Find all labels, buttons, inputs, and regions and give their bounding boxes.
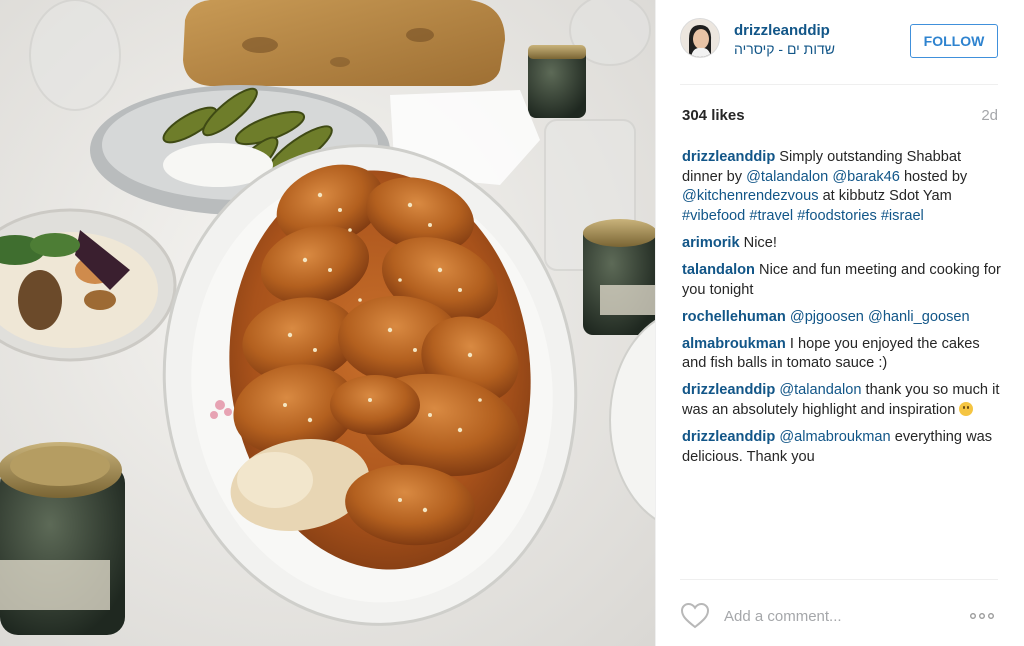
comment-link[interactable]: @talandalon	[779, 382, 861, 398]
more-options-icon[interactable]	[968, 605, 996, 627]
comment-username[interactable]: rochellehuman	[682, 309, 786, 325]
comment: almabroukman I hope you enjoyed the cake…	[682, 335, 1002, 374]
comment-link[interactable]: @almabroukman	[779, 429, 890, 445]
comment: rochellehuman @pjgoosen @hanli_goosen	[682, 308, 1002, 328]
comment-text: hosted by	[899, 168, 968, 185]
add-comment-input[interactable]	[724, 604, 954, 628]
post-location[interactable]: שדות ים - קיסריה	[734, 41, 835, 57]
comment-username[interactable]: arimorik	[682, 235, 740, 251]
comments-list: drizzleanddip Simply outstanding Shabbat…	[682, 148, 1002, 475]
comment: drizzleanddip @almabroukman everything w…	[682, 428, 1002, 467]
smiling-face-icon	[959, 402, 974, 417]
instagram-post: drizzleanddip שדות ים - קיסריה FOLLOW 30…	[0, 0, 1024, 646]
divider	[680, 84, 998, 85]
comment: talandalon Nice and fun meeting and cook…	[682, 261, 1002, 300]
comment: drizzleanddip Simply outstanding Shabbat…	[682, 148, 1002, 226]
comment-link[interactable]: #travel	[749, 208, 793, 224]
challah-photo	[0, 0, 655, 646]
comment-link[interactable]: #foodstories	[797, 208, 877, 224]
avatar-image	[681, 19, 719, 57]
comment-link[interactable]: @kitchenrendezvous	[682, 188, 819, 204]
post-side-panel: drizzleanddip שדות ים - קיסריה FOLLOW 30…	[655, 0, 1024, 646]
user-avatar[interactable]	[680, 18, 720, 58]
heart-icon[interactable]	[680, 602, 712, 630]
post-time[interactable]: 2d	[981, 107, 998, 124]
post-header: drizzleanddip שדות ים - קיסריה FOLLOW	[680, 18, 998, 66]
comment-text: at kibbutz Sdot Yam	[818, 188, 952, 205]
comment-username[interactable]: drizzleanddip	[682, 429, 775, 445]
comment: arimorik Nice!	[682, 234, 1002, 254]
comment-username[interactable]: almabroukman	[682, 336, 786, 352]
comment-link[interactable]: @hanli_goosen	[868, 309, 970, 325]
comment-text: Nice!	[739, 234, 777, 251]
comment-username[interactable]: drizzleanddip	[682, 149, 775, 165]
likes-count[interactable]: 304 likes	[682, 107, 745, 124]
follow-button[interactable]: FOLLOW	[910, 24, 998, 58]
comment-link[interactable]: #vibefood	[682, 208, 745, 224]
divider	[680, 579, 998, 580]
comment-link[interactable]: @pjgoosen	[790, 309, 864, 325]
comment-link[interactable]: @talandalon	[746, 169, 828, 185]
comment-link[interactable]: @barak46	[832, 169, 900, 185]
post-stats: 304 likes 2d	[680, 107, 998, 127]
comment-username[interactable]: drizzleanddip	[682, 382, 775, 398]
post-username[interactable]: drizzleanddip	[734, 22, 830, 39]
comment: drizzleanddip @talandalon thank you so m…	[682, 381, 1002, 420]
comment-link[interactable]: #israel	[881, 208, 924, 224]
add-comment-bar	[680, 600, 998, 634]
comment-username[interactable]: talandalon	[682, 262, 755, 278]
post-photo[interactable]	[0, 0, 655, 646]
